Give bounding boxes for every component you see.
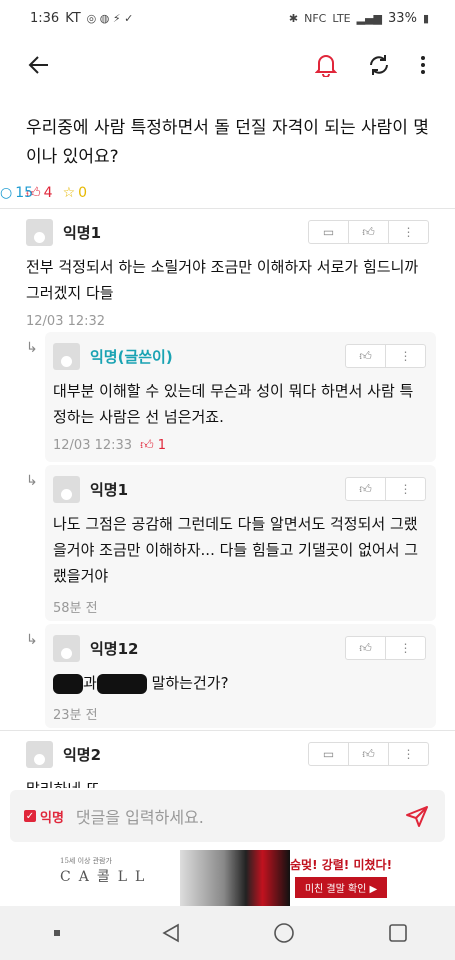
notification-icons: ◎ ◍ ⚡ ✓	[86, 11, 134, 25]
avatar	[26, 740, 53, 768]
recents-dot-icon[interactable]	[42, 918, 72, 948]
reply-item: 익명12 👍︎ ⋮ 과 말하는건가? 23분 전	[45, 624, 436, 728]
ad-headline: 숨멎! 강렬! 미쳤다!	[290, 858, 393, 872]
network-type: LTE	[332, 11, 351, 25]
post-stats: 👍︎ 4 ○ 15 ☆ 0	[0, 184, 429, 202]
anonymous-checkbox[interactable]: ✓ 익명	[24, 807, 64, 826]
comment-likes-value: 1	[157, 438, 167, 453]
reply-item: 익명1 👍︎ ⋮ 나도 그점은 공감해 그런데도 다들 알면서도 걱정되서 그랬…	[45, 465, 436, 621]
anonymous-label: 익명	[40, 810, 64, 826]
comment-time: 23분 전	[53, 708, 98, 723]
comment-body: 전부 걱정되서 하는 소릴거야 조금만 이해하자 서로가 힘드니까 그러겠지 다…	[26, 258, 419, 302]
comment-item: 익명1 ▭ 👍︎ ⋮ 전부 걱정되서 하는 소릴거야 조금만 이해하자 서로가 …	[0, 216, 455, 329]
send-icon[interactable]	[403, 802, 431, 830]
comment-icon: ○	[0, 184, 13, 201]
refresh-icon[interactable]	[362, 48, 396, 82]
post-comment-count: ○ 15	[0, 185, 455, 201]
more-button[interactable]: ⋮	[388, 743, 428, 765]
comment-actions: 👍︎ ⋮	[345, 344, 426, 368]
reply-button[interactable]: ▭	[309, 221, 348, 243]
comment-body: 말리하네 또	[26, 776, 429, 788]
ad-title: CA콜LL	[60, 869, 153, 885]
app-header	[0, 36, 455, 94]
ad-copy: 숨멎! 강렬! 미쳤다! 미친 결말 확인 ▶	[290, 856, 392, 898]
reply-arrow-icon: ↳	[26, 473, 38, 489]
comment-time: 12/03 12:33	[53, 438, 133, 453]
divider	[0, 730, 455, 731]
back-triangle-icon[interactable]	[156, 918, 186, 948]
post: 우리중에 사람 특정하면서 돌 던질 자격이 되는 사람이 몇이나 있어요? 👍…	[0, 94, 455, 213]
status-bar: 1:36 KT ◎ ◍ ⚡ ✓ ✱ NFC LTE ▂▄▆ 33% ▮	[0, 0, 455, 36]
battery-percent: 33%	[388, 10, 417, 26]
overview-square-icon[interactable]	[383, 918, 413, 948]
ad-banner[interactable]: 15세 이상 관람가 CA콜LL 숨멎! 강렬! 미쳤다! 미친 결말 확인 ▶	[0, 850, 455, 906]
bell-icon[interactable]	[309, 48, 343, 82]
like-button[interactable]: 👍︎	[346, 478, 385, 500]
comment-list: 익명1 ▭ 👍︎ ⋮ 전부 걱정되서 하는 소릴거야 조금만 이해하자 서로가 …	[0, 208, 455, 788]
comment-body-part: 말하는건가?	[146, 674, 229, 692]
like-button[interactable]: 👍︎	[348, 743, 388, 765]
avatar	[53, 634, 80, 662]
comment-actions: 👍︎ ⋮	[345, 477, 426, 501]
comment-time: 12/03 12:32	[26, 314, 106, 329]
battery-icon: ▮	[422, 11, 429, 25]
status-carrier: KT	[65, 10, 81, 26]
like-button[interactable]: 👍︎	[346, 637, 385, 659]
more-button[interactable]: ⋮	[388, 221, 428, 243]
comment-actions: ▭ 👍︎ ⋮	[308, 742, 429, 766]
avatar	[26, 218, 53, 246]
comment-author: 익명1	[90, 480, 129, 499]
comment-author: 익명1	[63, 223, 102, 242]
redaction-block	[96, 673, 147, 694]
comment-author: 익명2	[63, 745, 102, 764]
avatar	[53, 342, 80, 370]
comment-actions: 👍︎ ⋮	[345, 636, 426, 660]
comment-body: 과 말하는건가?	[53, 670, 426, 696]
reply-arrow-icon: ↳	[26, 632, 38, 648]
reply-button[interactable]: ▭	[309, 743, 348, 765]
nfc-icon: NFC	[304, 11, 327, 25]
check-icon: ✓	[24, 810, 36, 822]
signal-icon: ▂▄▆	[356, 11, 383, 25]
comment-author: 익명(글쓴이)	[90, 347, 173, 366]
post-comments-value: 15	[15, 184, 34, 201]
reply-item: 익명(글쓴이) 👍︎ ⋮ 대부분 이해할 수 있는데 무슨과 성이 뭐다 하면서…	[45, 332, 436, 462]
system-nav-bar	[0, 906, 455, 960]
comment-actions: ▭ 👍︎ ⋮	[308, 220, 429, 244]
comment-input-bar: ✓ 익명 댓글을 입력하세요.	[10, 790, 445, 842]
divider	[0, 208, 455, 209]
comment-like-count: 👍︎ 1	[140, 438, 167, 453]
comment-time: 58분 전	[53, 601, 98, 616]
avatar	[53, 475, 80, 503]
ad-image	[180, 850, 290, 906]
more-button[interactable]: ⋮	[385, 478, 425, 500]
more-vertical-icon[interactable]	[406, 48, 440, 82]
status-time: 1:36	[30, 10, 60, 26]
more-button[interactable]: ⋮	[385, 637, 425, 659]
post-title: 우리중에 사람 특정하면서 돌 던질 자격이 되는 사람이 몇이나 있어요?	[26, 118, 429, 167]
comment-input[interactable]: 댓글을 입력하세요.	[76, 804, 403, 828]
more-button[interactable]: ⋮	[385, 345, 425, 367]
back-arrow-icon[interactable]	[22, 48, 56, 82]
comment-body-part: 과	[83, 674, 97, 692]
bluetooth-icon: ✱	[288, 11, 299, 25]
comment-author: 익명12	[90, 639, 139, 658]
reply-arrow-icon: ↳	[26, 340, 38, 356]
comment-body: 대부분 이해할 수 있는데 무슨과 성이 뭐다 하면서 사람 특정하는 사람은 …	[53, 382, 414, 426]
ad-movie-title: 15세 이상 관람가 CA콜LL	[60, 856, 152, 886]
comment-item: 익명2 ▭ 👍︎ ⋮ 말리하네 또	[0, 738, 455, 788]
like-button[interactable]: 👍︎	[346, 345, 385, 367]
ad-rating: 15세 이상 관람가	[60, 857, 112, 865]
comment-body: 나도 그점은 공감해 그런데도 다들 알면서도 걱정되서 그랬을거야 조금만 이…	[53, 515, 419, 585]
like-button[interactable]: 👍︎	[348, 221, 388, 243]
redaction-block	[53, 673, 83, 694]
ad-cta-button[interactable]: 미친 결말 확인 ▶	[294, 877, 388, 898]
home-circle-icon[interactable]	[269, 918, 299, 948]
